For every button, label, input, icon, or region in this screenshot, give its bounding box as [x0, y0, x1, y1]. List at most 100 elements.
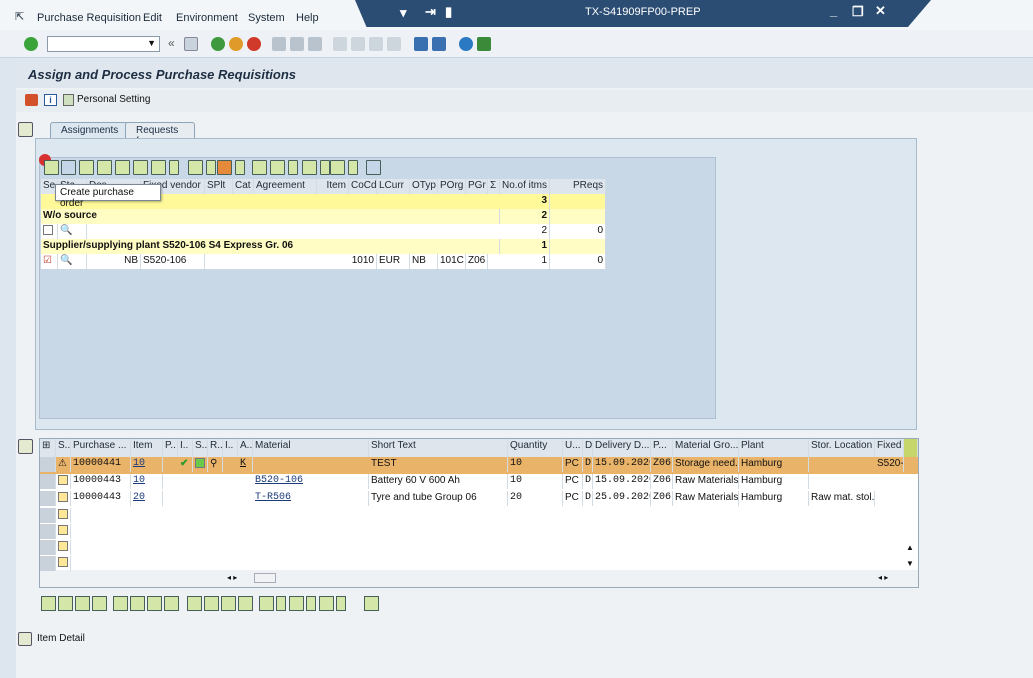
minimize-icon[interactable]: _ [830, 3, 837, 18]
col-sigma[interactable]: Σ [488, 179, 500, 194]
select-all-icon[interactable] [58, 596, 73, 611]
select-block-icon[interactable] [92, 596, 107, 611]
details-icon[interactable]: 🔍 [58, 254, 87, 269]
transfer-dropdown-icon[interactable] [306, 596, 316, 611]
pin-icon[interactable]: ⇥ [425, 4, 436, 20]
edit-icon[interactable] [187, 596, 202, 611]
row-checkbox[interactable]: ☑ [41, 254, 58, 269]
table-row[interactable]: 10000443 20 T-R506 Tyre and tube Group 0… [40, 491, 918, 508]
menu-icon[interactable]: ⇱ [15, 10, 24, 23]
col-i[interactable]: I.. [178, 439, 193, 457]
find-next-icon[interactable] [308, 37, 322, 51]
row-otyp[interactable]: NB [410, 254, 438, 269]
scroll-down-icon[interactable]: ▼ [906, 559, 914, 568]
grid1-group-row[interactable]: Supplier/supplying plant S520-106 S4 Exp… [41, 239, 605, 254]
col-i2[interactable]: I.. [223, 439, 238, 457]
item-detail-label[interactable]: Item Detail [37, 633, 85, 644]
col-preqs[interactable]: PReqs [550, 179, 606, 194]
col-p[interactable]: P.. [163, 439, 178, 457]
expand-panel-icon[interactable] [18, 122, 33, 137]
preq-item-link[interactable]: 10 [131, 457, 163, 472]
delete-filter-icon[interactable] [164, 596, 179, 611]
assign-dropdown-icon[interactable] [276, 596, 286, 611]
first-page-icon[interactable] [333, 37, 347, 51]
scroll-left-icon[interactable]: ◂ ▸ [227, 573, 237, 582]
check-icon[interactable] [61, 160, 76, 175]
subtotal-icon[interactable] [217, 160, 232, 175]
print-preview-icon[interactable] [252, 160, 267, 175]
total-dropdown-icon[interactable] [206, 160, 216, 175]
subtotal-dropdown-icon[interactable] [235, 160, 245, 175]
cancel-icon[interactable] [247, 37, 261, 51]
col-material[interactable]: Material [253, 439, 369, 457]
col-s2[interactable]: S.. [193, 439, 208, 457]
col-s[interactable]: S.. [56, 439, 71, 457]
command-field[interactable]: ▼ [47, 36, 160, 52]
layout-icon[interactable] [330, 160, 345, 175]
chevron-down-icon[interactable]: ▼ [147, 38, 156, 48]
col-short-text[interactable]: Short Text [369, 439, 508, 457]
col-stor-location[interactable]: Stor. Location [809, 439, 875, 457]
col-item[interactable]: Item [317, 179, 349, 194]
row-selector[interactable] [40, 491, 56, 506]
tab-assignments[interactable]: Assignments [50, 122, 130, 138]
preq-item-link[interactable]: 20 [131, 491, 163, 506]
total-icon[interactable] [188, 160, 203, 175]
col-material-group[interactable]: Material Gro... [673, 439, 739, 457]
restore-icon[interactable]: ❐ [852, 4, 864, 20]
tab-requests-for-quotations[interactable]: Requests for Quotations [125, 122, 196, 158]
col-item[interactable]: Item [131, 439, 163, 457]
info-icon[interactable] [366, 160, 381, 175]
filter-dropdown-icon[interactable] [169, 160, 179, 175]
grid1-data-row[interactable]: 🔍 2 0 [41, 224, 606, 239]
col-porg[interactable]: POrg [438, 179, 466, 194]
empty-row[interactable] [40, 508, 918, 524]
col-d[interactable]: D [583, 439, 593, 457]
scroll-right-icon[interactable]: ◂ ▸ [878, 573, 888, 582]
help-icon[interactable] [459, 37, 473, 51]
filter-icon[interactable] [147, 596, 162, 611]
scroll-up-icon[interactable]: ▲ [906, 543, 914, 552]
document-overview-icon[interactable] [25, 94, 38, 106]
menu-help[interactable]: Help [296, 12, 319, 24]
delete-icon[interactable] [319, 596, 334, 611]
print-icon[interactable] [364, 596, 379, 611]
chevron-down-icon[interactable]: ▾ [400, 5, 407, 21]
expand-panel-icon[interactable] [18, 632, 32, 646]
sort-ascending-icon[interactable] [79, 160, 94, 175]
layout-dropdown-icon[interactable] [348, 160, 358, 175]
close-icon[interactable]: ✕ [875, 3, 886, 19]
info-icon[interactable]: i [44, 94, 57, 106]
transfer-icon[interactable] [289, 596, 304, 611]
details-icon[interactable] [41, 596, 56, 611]
grid1-group-row[interactable]: W/o source 2 [41, 209, 605, 224]
save-icon[interactable] [184, 37, 198, 51]
print-icon[interactable] [272, 37, 286, 51]
select-all-icon[interactable]: ⊞ [40, 439, 56, 457]
menu-system[interactable]: System [248, 12, 285, 24]
find-icon[interactable] [115, 160, 130, 175]
table-row[interactable]: ⚠ 10000441 10 ✔ ⚲ K TEST 10 PC D 15.09.2… [40, 457, 918, 474]
col-splt[interactable]: SPlt [205, 179, 233, 194]
col-a[interactable]: A.. [238, 439, 253, 457]
export-dropdown-icon[interactable] [320, 160, 330, 175]
row-checkbox[interactable] [41, 224, 58, 239]
enter-icon[interactable] [24, 37, 38, 51]
row-pgr[interactable]: Z06 [466, 254, 488, 269]
sort-descending-icon[interactable] [97, 160, 112, 175]
create-purchase-order-button[interactable] [44, 160, 59, 175]
views-icon[interactable] [270, 160, 285, 175]
horizontal-scrollbar[interactable] [254, 573, 276, 583]
export-icon[interactable] [302, 160, 317, 175]
deselect-all-icon[interactable] [75, 596, 90, 611]
back-icon[interactable] [211, 37, 225, 51]
grid1-data-row[interactable]: ☑ 🔍 NB S520-106 1010 EUR NB 101C Z06 1 0 [41, 254, 606, 269]
empty-row[interactable] [40, 540, 918, 556]
undo-icon[interactable] [204, 596, 219, 611]
empty-row[interactable] [40, 524, 918, 540]
redo-icon[interactable] [238, 596, 253, 611]
menu-purchase-requisition[interactable]: Purchase Requisition [37, 12, 141, 24]
column-settings-icon[interactable] [904, 439, 918, 457]
find-icon[interactable] [290, 37, 304, 51]
col-purchase[interactable]: Purchase ... [71, 439, 131, 457]
